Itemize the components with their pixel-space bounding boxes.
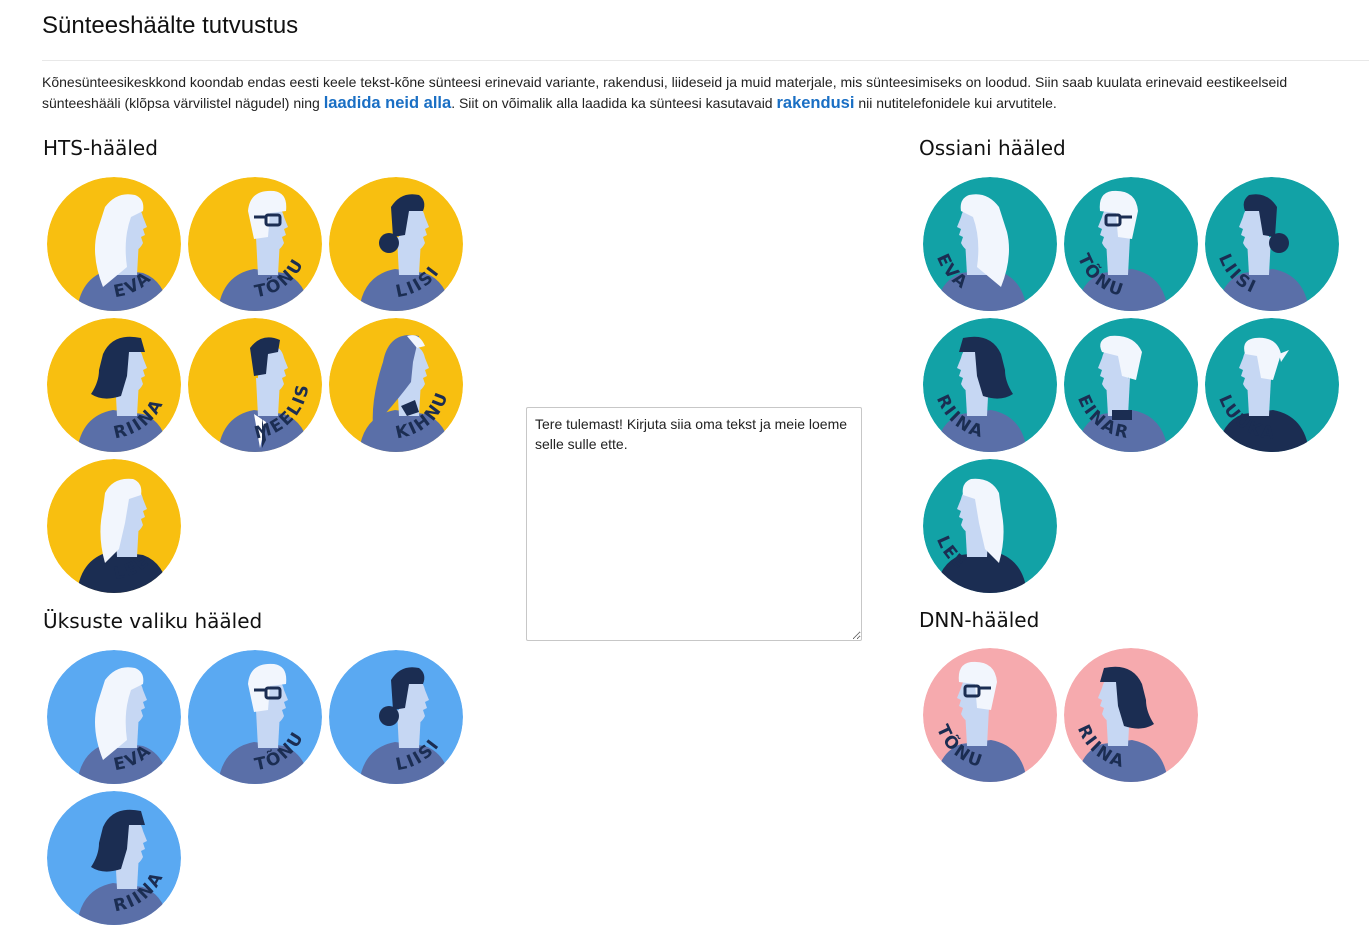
woman-light-icon: EVA xyxy=(47,650,181,784)
voice-button-hts-eva[interactable]: EVA xyxy=(47,177,181,311)
intro-paragraph: Kõnesünteesikeskkond koondab endas eesti… xyxy=(42,72,1362,114)
woman-dark-icon: RIINA xyxy=(47,791,181,925)
voice-button-dnn-tõnu[interactable]: TÕNU xyxy=(923,648,1057,782)
title-divider xyxy=(42,60,1369,61)
voice-button-unit-liisi[interactable]: LIISI xyxy=(329,650,463,784)
woman-headscarf-icon: KIHNU xyxy=(329,318,463,452)
voice-button-hts-lee[interactable]: LEE xyxy=(47,459,181,593)
voice-button-hts-riina[interactable]: RIINA xyxy=(47,318,181,452)
woman-bun-icon: LIISI xyxy=(1205,177,1339,311)
man-glasses-icon: TÕNU xyxy=(923,648,1057,782)
man-suit-icon: MEELIS xyxy=(188,318,322,452)
woman-dark-icon: RIINA xyxy=(1064,648,1198,782)
ossian-voice-grid: EVA TÕNU LIISI RIINA EINAR LUUKA LEE xyxy=(923,177,1339,593)
woman-light-icon: EVA xyxy=(47,177,181,311)
hts-voice-grid: EVA TÕNU LIISI RIINA MEELIS KIHNU LEE xyxy=(47,177,463,593)
voice-button-hts-tõnu[interactable]: TÕNU xyxy=(188,177,322,311)
child-light-icon: LEE xyxy=(47,459,181,593)
voice-button-ossian-einar[interactable]: EINAR xyxy=(1064,318,1198,452)
intro-text-3: nii nutitelefonidele kui arvutitele. xyxy=(854,95,1057,111)
hts-section-title: HTS-hääled xyxy=(43,136,158,160)
woman-dark-icon: RIINA xyxy=(923,318,1057,452)
voice-button-hts-kihnu[interactable]: KIHNU xyxy=(329,318,463,452)
voice-button-hts-liisi[interactable]: LIISI xyxy=(329,177,463,311)
voice-button-ossian-riina[interactable]: RIINA xyxy=(923,318,1057,452)
unit-section-title: Üksuste valiku hääled xyxy=(43,609,263,633)
page-title: Sünteeshäälte tutvustus xyxy=(42,12,299,39)
download-voices-link[interactable]: laadida neid alla xyxy=(324,94,451,112)
woman-bun-icon: LIISI xyxy=(329,650,463,784)
voice-button-ossian-eva[interactable]: EVA xyxy=(923,177,1057,311)
woman-dark-icon: RIINA xyxy=(47,318,181,452)
child-light-icon: LEE xyxy=(923,459,1057,593)
man-glasses-icon: TÕNU xyxy=(188,650,322,784)
voice-button-ossian-liisi[interactable]: LIISI xyxy=(1205,177,1339,311)
voice-button-unit-tõnu[interactable]: TÕNU xyxy=(188,650,322,784)
voice-button-unit-riina[interactable]: RIINA xyxy=(47,791,181,925)
applications-link[interactable]: rakendusi xyxy=(776,94,854,112)
man-light-icon: EINAR xyxy=(1064,318,1198,452)
synthesis-text-input[interactable]: Tere tulemast! Kirjuta siia oma tekst ja… xyxy=(526,407,862,641)
dnn-voice-grid: TÕNU RIINA xyxy=(923,648,1339,782)
voice-button-ossian-luukas[interactable]: LUUKAS xyxy=(1205,318,1339,452)
boy-light-icon: LUUKAS xyxy=(1205,318,1339,452)
voice-button-dnn-riina[interactable]: RIINA xyxy=(1064,648,1198,782)
unit-voice-grid: EVA TÕNU LIISI RIINA xyxy=(47,650,463,925)
man-glasses-icon: TÕNU xyxy=(188,177,322,311)
woman-bun-icon: LIISI xyxy=(329,177,463,311)
dnn-section-title: DNN-hääled xyxy=(919,608,1040,632)
intro-text-2: . Siit on võimalik alla laadida ka sünte… xyxy=(451,95,777,111)
voice-button-hts-meelis[interactable]: MEELIS xyxy=(188,318,322,452)
woman-light-icon: EVA xyxy=(923,177,1057,311)
voice-button-ossian-tõnu[interactable]: TÕNU xyxy=(1064,177,1198,311)
voice-button-ossian-lee[interactable]: LEE xyxy=(923,459,1057,593)
man-glasses-icon: TÕNU xyxy=(1064,177,1198,311)
voice-button-unit-eva[interactable]: EVA xyxy=(47,650,181,784)
ossian-section-title: Ossiani hääled xyxy=(919,136,1066,160)
